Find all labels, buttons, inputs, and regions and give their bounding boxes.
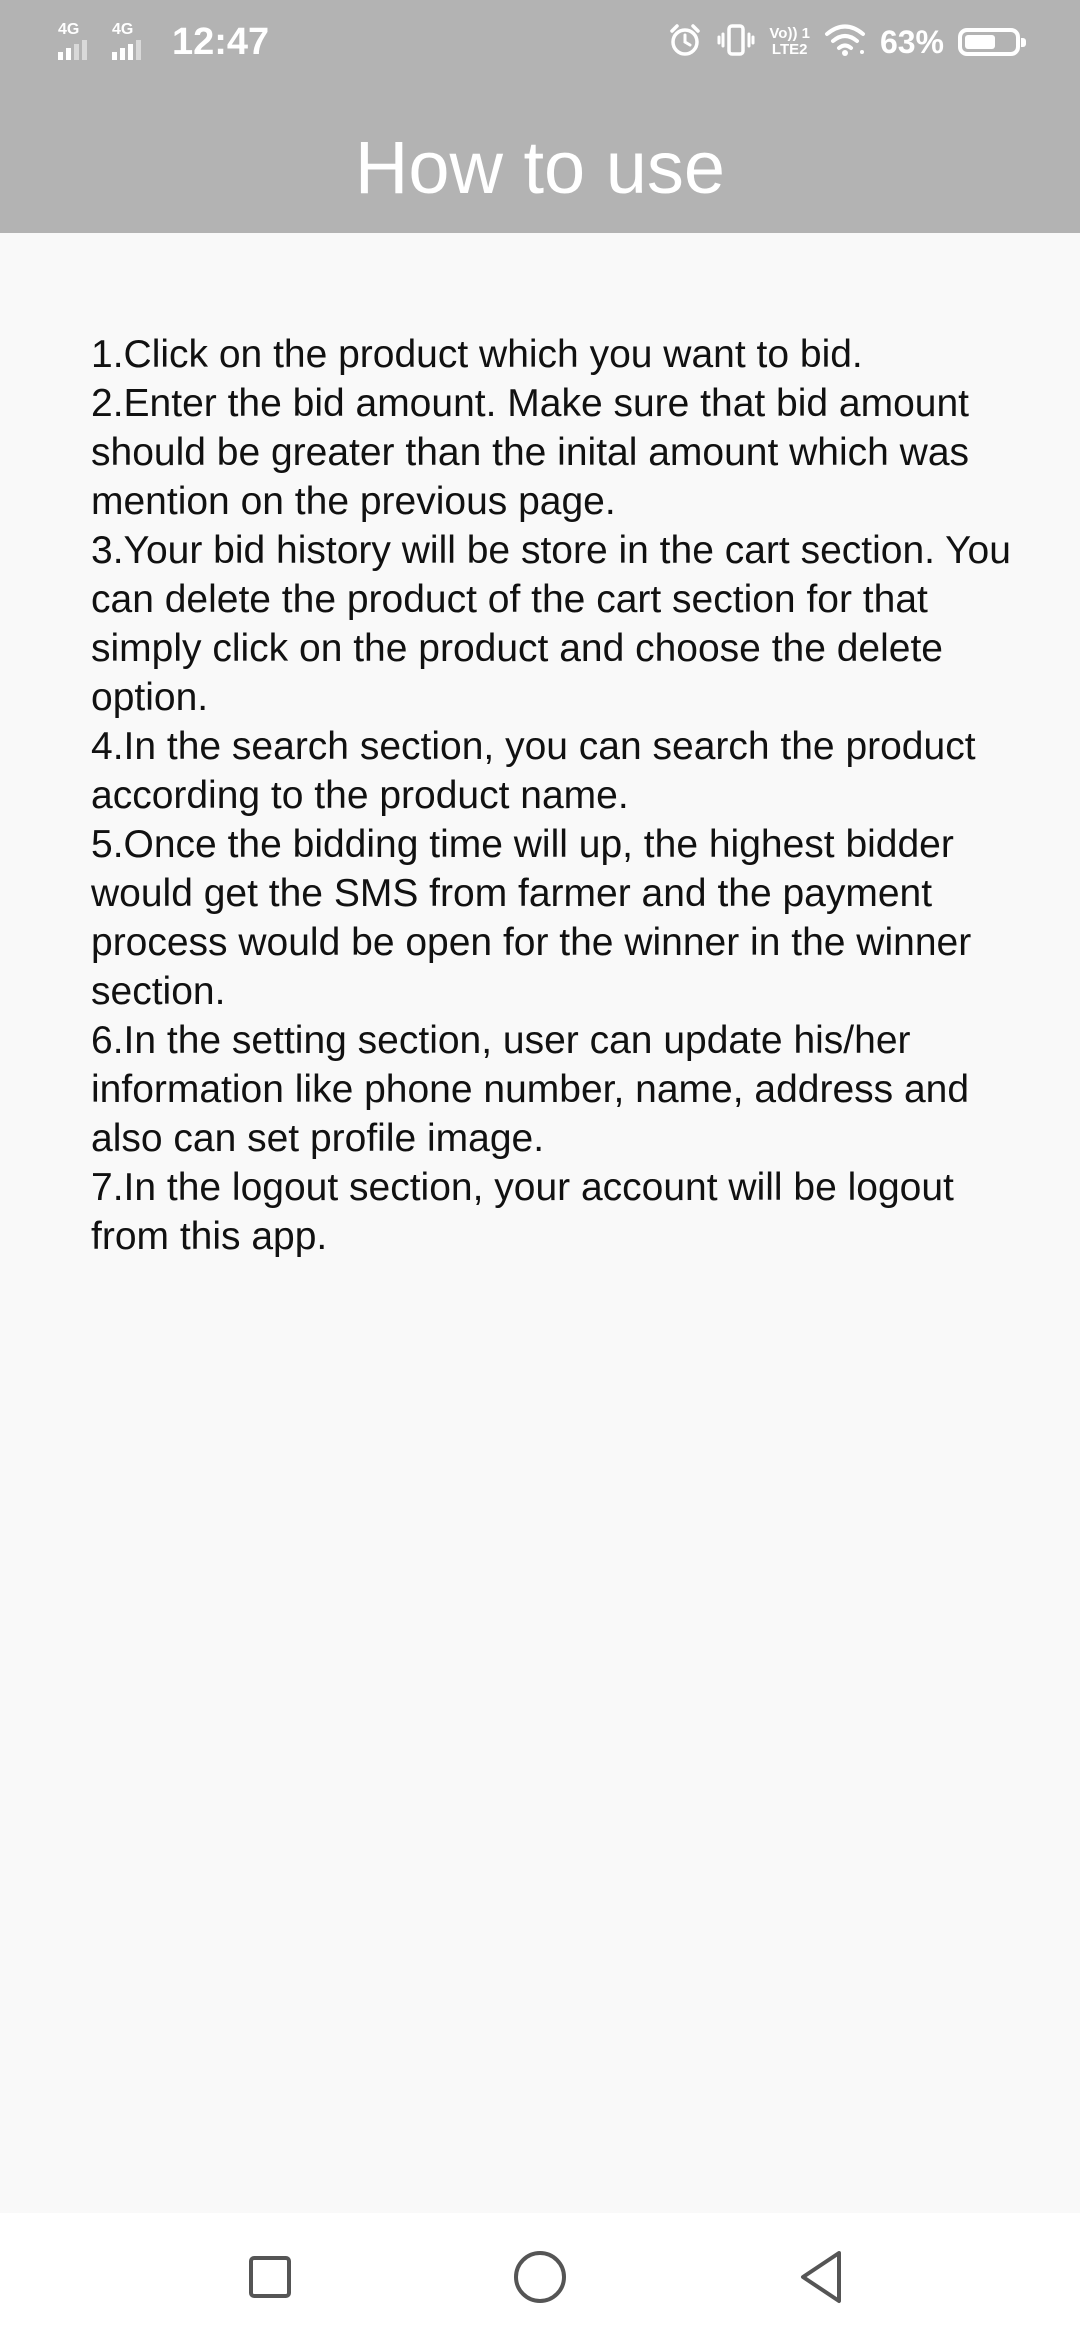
battery-icon: [958, 28, 1026, 56]
sim1-network-label: 4G: [58, 21, 80, 38]
instruction-item: 4.In the search section, you can search …: [91, 725, 976, 817]
battery-nub: [1021, 38, 1026, 47]
instruction-item: 3.Your bid history will be store in the …: [91, 529, 1011, 719]
home-icon: [514, 2251, 566, 2303]
volte-top-label: Vo)) 1: [769, 25, 810, 42]
battery-fill: [965, 35, 995, 49]
title-bar: How to use: [0, 108, 1080, 233]
alarm-icon: [667, 22, 703, 63]
instruction-item: 2.Enter the bid amount. Make sure that b…: [91, 382, 970, 523]
volte-icon: Vo)) 1 LTE2: [769, 26, 810, 58]
sim2-network-label: 4G: [112, 21, 134, 38]
sim1-signal-icon: 4G: [58, 22, 104, 60]
instructions-list: 1.Click on the product which you want to…: [91, 330, 1011, 1261]
instruction-item: 6.In the setting section, user can updat…: [91, 1019, 970, 1160]
app-bar: 4G 4G 12:47 Vo)) 1 LTE2 63% How to use: [0, 0, 1080, 233]
volte-bottom-label: LTE2: [771, 41, 808, 58]
recent-apps-button[interactable]: [239, 2246, 301, 2308]
back-button[interactable]: [791, 2246, 853, 2308]
battery-percent: 63%: [879, 23, 944, 60]
app-screen: 4G 4G 12:47 Vo)) 1 LTE2 63% How to use 1…: [0, 0, 1080, 2340]
status-bar: 4G 4G 12:47 Vo)) 1 LTE2 63%: [0, 0, 1080, 84]
instruction-item: 1.Click on the product which you want to…: [91, 333, 863, 376]
page-title: How to use: [354, 126, 726, 209]
navigation-bar: [0, 2213, 1080, 2340]
recent-apps-icon: [249, 2256, 291, 2298]
home-button[interactable]: [509, 2246, 571, 2308]
status-time: 12:47: [172, 21, 270, 63]
status-icons: Vo)) 1 LTE2 63%: [667, 18, 1026, 66]
instruction-item: 5.Once the bidding time will up, the hig…: [91, 823, 972, 1013]
vibrate-icon: [717, 22, 755, 63]
wifi-icon: [824, 23, 866, 62]
sim2-signal-icon: 4G: [112, 22, 158, 60]
instruction-item: 7.In the logout section, your account wi…: [91, 1166, 954, 1258]
back-icon: [801, 2251, 841, 2303]
